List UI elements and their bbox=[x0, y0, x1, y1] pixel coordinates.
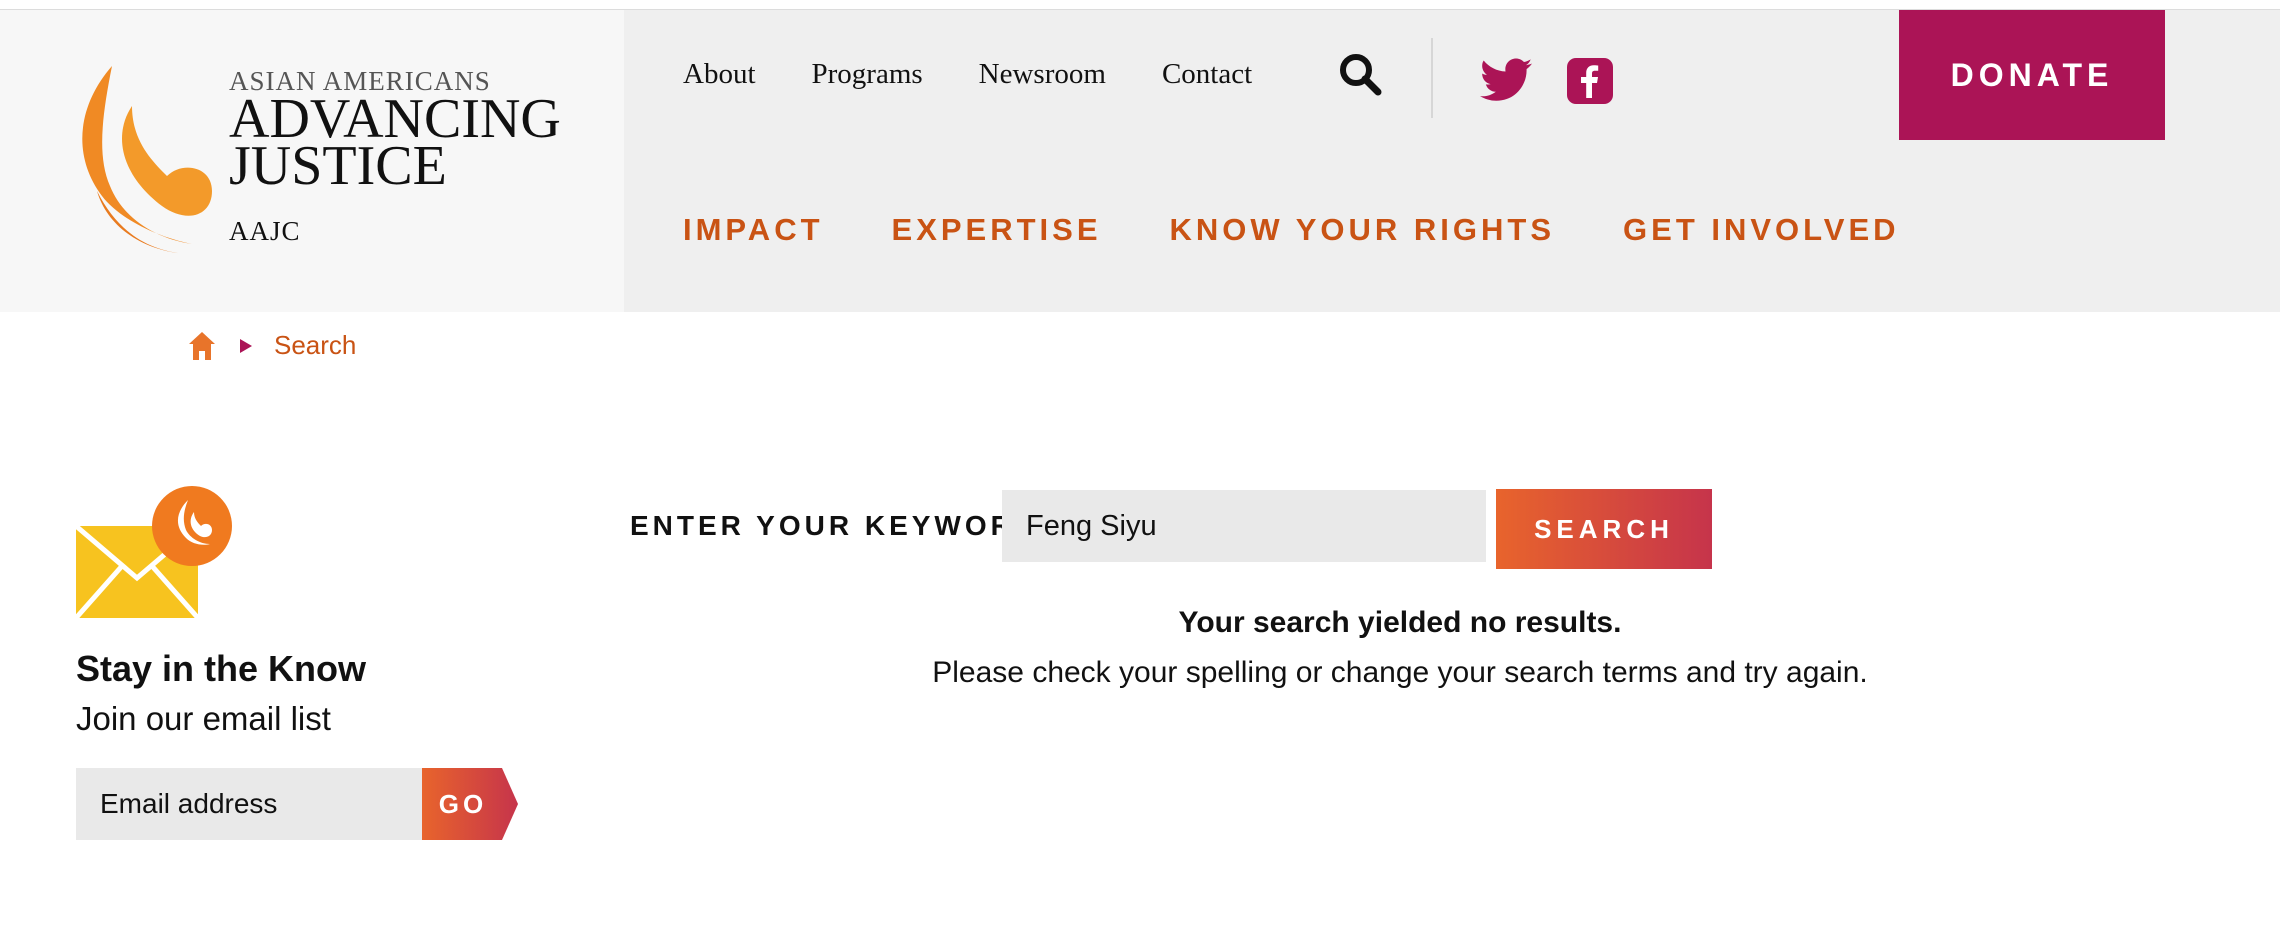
search-icon[interactable] bbox=[1338, 52, 1382, 96]
twitter-icon[interactable] bbox=[1480, 58, 1532, 102]
home-icon[interactable] bbox=[188, 331, 216, 361]
nav-know-your-rights[interactable]: KNOW YOUR RIGHTS bbox=[1170, 212, 1556, 248]
newsletter-title: Stay in the Know bbox=[76, 648, 367, 689]
breadcrumb-current: Search bbox=[274, 330, 357, 360]
newsletter-subtitle: Join our email list bbox=[76, 700, 331, 737]
nav-get-involved[interactable]: GET INVOLVED bbox=[1623, 212, 1900, 248]
nav-expertise[interactable]: EXPERTISE bbox=[892, 212, 1102, 248]
main-nav: IMPACT EXPERTISE KNOW YOUR RIGHTS GET IN… bbox=[683, 212, 1968, 248]
nav-programs[interactable]: Programs bbox=[812, 58, 923, 91]
breadcrumb-arrow-icon bbox=[240, 338, 252, 353]
search-button[interactable]: SEARCH bbox=[1496, 489, 1712, 569]
nav-newsroom[interactable]: Newsroom bbox=[979, 58, 1106, 91]
search-hint: Please check your spelling or change you… bbox=[932, 656, 1868, 689]
keywords-label: ENTER YOUR KEYWORDS bbox=[630, 510, 1062, 541]
top-border bbox=[0, 0, 2280, 10]
nav-impact[interactable]: IMPACT bbox=[683, 212, 824, 248]
flame-logo-icon[interactable] bbox=[72, 66, 212, 256]
nav-contact[interactable]: Contact bbox=[1162, 58, 1252, 91]
utility-nav: About Programs Newsroom Contact bbox=[683, 58, 1308, 91]
breadcrumb: Search bbox=[188, 330, 356, 361]
search-input[interactable] bbox=[1002, 490, 1486, 562]
logo-line-aajc: AAJC bbox=[229, 216, 301, 246]
nav-divider bbox=[1431, 38, 1433, 118]
donate-button[interactable]: DONATE bbox=[1899, 10, 2165, 140]
email-field[interactable] bbox=[76, 768, 422, 840]
logo-wordmark[interactable]: ASIAN AMERICANS ADVANCING JUSTICE AAJC bbox=[229, 66, 561, 247]
go-button-label[interactable]: GO bbox=[422, 768, 504, 840]
mail-icon bbox=[76, 486, 232, 620]
facebook-icon[interactable] bbox=[1567, 58, 1613, 104]
logo-line-justice: JUSTICE bbox=[229, 135, 447, 197]
no-results-message: Your search yielded no results. bbox=[1178, 606, 1622, 639]
nav-about[interactable]: About bbox=[683, 58, 756, 91]
